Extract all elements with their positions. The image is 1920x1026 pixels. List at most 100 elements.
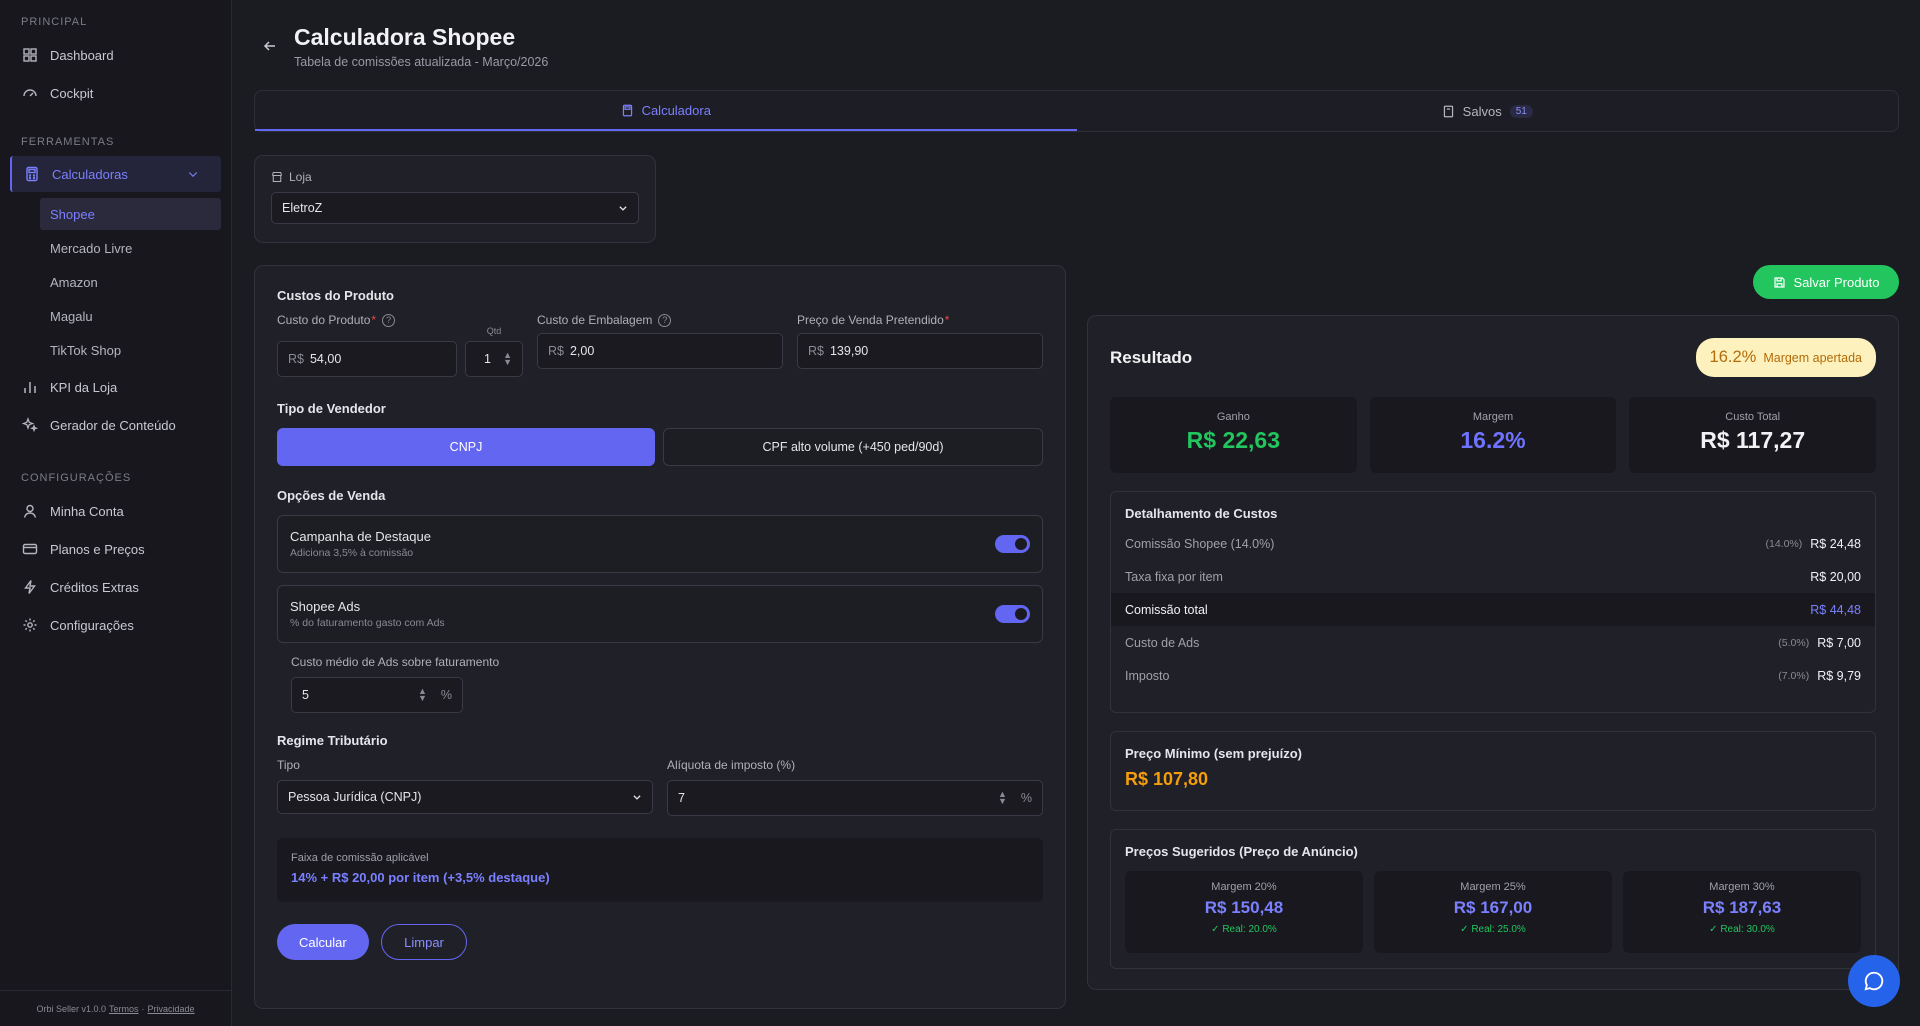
product-cost-label: Custo do Produto * ? bbox=[277, 313, 523, 327]
result-card: Resultado 16.2% Margem apertada Ganho R$… bbox=[1087, 315, 1899, 990]
result-stats: Ganho R$ 22,63 Margem 16.2% Custo Total … bbox=[1110, 397, 1877, 473]
stat-label: Margem bbox=[1472, 411, 1514, 423]
suggested-margin-label: Margem 25% bbox=[1460, 881, 1526, 893]
sidebar-sub-shopee[interactable]: Shopee bbox=[40, 198, 221, 230]
sidebar-footer: Orbi Seller v1.0.0 Termos · Privacidade bbox=[0, 990, 231, 1026]
form-card: Custos do Produto Custo do Produto * ? R$… bbox=[254, 265, 1066, 1009]
arrow-left-icon[interactable] bbox=[262, 38, 278, 54]
margin-status-badge: 16.2% Margem apertada bbox=[1695, 338, 1876, 377]
ads-subtitle: % do faturamento gasto com Ads bbox=[290, 617, 445, 629]
section-ferramentas-title: FERRAMENTAS bbox=[21, 136, 115, 148]
percent-suffix: % bbox=[1020, 791, 1032, 805]
sidebar-item-cockpit[interactable]: Cockpit bbox=[0, 74, 231, 112]
help-icon[interactable]: ? bbox=[658, 313, 672, 327]
sidebar-item-dashboard[interactable]: Dashboard bbox=[0, 36, 231, 74]
price-input[interactable]: R$ 139,90 bbox=[797, 333, 1043, 369]
store-label: Loja bbox=[271, 170, 639, 184]
sidebar: PRINCIPAL Dashboard Cockpit FERRAMENTAS … bbox=[0, 0, 232, 1026]
tab-calculadora[interactable]: Calculadora bbox=[255, 91, 1077, 131]
ads-cost-input[interactable]: 5 ▲ ▼ % bbox=[291, 677, 463, 713]
bar-chart-icon bbox=[24, 382, 36, 393]
sparkles-icon bbox=[22, 417, 38, 433]
section-config-title: CONFIGURAÇÕES bbox=[21, 472, 132, 484]
page-title: Calculadora Shopee bbox=[294, 24, 516, 50]
qty-label: Qtd bbox=[486, 326, 502, 336]
margin-badge-text: Margem apertada bbox=[1763, 350, 1862, 365]
terms-link[interactable]: Termos bbox=[109, 1004, 139, 1014]
suggested-price-card: Margem 30% R$ 187,63 ✓ Real: 30.0% bbox=[1623, 871, 1861, 953]
sidebar-item-gerador[interactable]: Gerador de Conteúdo bbox=[0, 406, 231, 444]
suggested-real-margin: ✓ Real: 25.0% bbox=[1460, 924, 1526, 935]
sale-heading: Opções de Venda bbox=[277, 488, 386, 503]
sidebar-sub-magalu[interactable]: Magalu bbox=[40, 300, 221, 332]
store-card: Loja EletroZ bbox=[254, 155, 656, 243]
sidebar-item-label: KPI da Loja bbox=[50, 379, 118, 395]
qty-value: 1 bbox=[484, 352, 491, 366]
margin-badge-pct: 16.2% bbox=[1709, 348, 1757, 366]
min-price-box: Preço Mínimo (sem prejuízo) R$ 107,80 bbox=[1110, 731, 1876, 811]
stepper-arrows-icon[interactable]: ▲ ▼ bbox=[503, 351, 512, 367]
ads-toggle[interactable] bbox=[995, 605, 1030, 623]
sidebar-item-label: Calculadoras bbox=[52, 166, 128, 182]
calculator-icon bbox=[26, 166, 38, 182]
commission-range-value: 14% + R$ 20,00 por item (+3,5% destaque) bbox=[291, 870, 550, 885]
help-icon[interactable]: ? bbox=[382, 313, 396, 327]
sidebar-sub-amazon[interactable]: Amazon bbox=[40, 266, 221, 298]
pack-cost-value: 2,00 bbox=[569, 344, 595, 358]
costs-heading: Custos do Produto bbox=[277, 288, 394, 303]
calculate-button[interactable]: Calcular bbox=[277, 924, 369, 960]
commission-range-box: Faixa de comissão aplicável 14% + R$ 20,… bbox=[277, 838, 1043, 902]
privacy-link[interactable]: Privacidade bbox=[148, 1004, 195, 1014]
store-label-text: Loja bbox=[289, 170, 312, 184]
clear-button[interactable]: Limpar bbox=[381, 924, 467, 960]
sidebar-item-label: Planos e Preços bbox=[50, 541, 145, 557]
product-cost-input[interactable]: R$ 54,00 bbox=[277, 341, 457, 377]
campaign-option: Campanha de Destaque Adiciona 3,5% à com… bbox=[277, 515, 1043, 573]
suggested-price-value: R$ 187,63 bbox=[1702, 898, 1782, 917]
seller-cnpj-button[interactable]: CNPJ bbox=[277, 428, 655, 466]
seller-cpf-button[interactable]: CPF alto volume (+450 ped/90d) bbox=[663, 428, 1043, 466]
sidebar-sub-tiktok-shop[interactable]: TikTok Shop bbox=[40, 334, 221, 366]
ads-option: Shopee Ads % do faturamento gasto com Ad… bbox=[277, 585, 1043, 643]
tax-heading: Regime Tributário bbox=[277, 733, 388, 748]
page-subtitle: Tabela de comissões atualizada - Março/2… bbox=[294, 55, 549, 69]
campaign-title: Campanha de Destaque bbox=[290, 529, 431, 544]
calculator-icon bbox=[622, 104, 632, 116]
sidebar-item-calculadoras[interactable]: Calculadoras bbox=[10, 156, 221, 192]
tab-salvos[interactable]: Salvos 51 bbox=[1077, 91, 1899, 131]
tax-rate-label: Alíquota de imposto (%) bbox=[667, 758, 796, 772]
row-value: R$ 24,48 bbox=[1810, 536, 1861, 551]
store-select[interactable]: EletroZ bbox=[271, 192, 639, 224]
save-product-button[interactable]: Salvar Produto bbox=[1753, 265, 1899, 299]
stat-ganho: Ganho R$ 22,63 bbox=[1110, 397, 1357, 473]
currency-prefix: R$ bbox=[808, 344, 824, 358]
sidebar-item-configuracoes[interactable]: Configurações bbox=[0, 606, 231, 644]
chat-button[interactable] bbox=[1848, 955, 1900, 1007]
seller-type-toggle: CNPJ CPF alto volume (+450 ped/90d) bbox=[277, 428, 1043, 466]
sidebar-item-kpi[interactable]: KPI da Loja bbox=[0, 368, 231, 406]
suggested-real-margin: ✓ Real: 20.0% bbox=[1211, 924, 1277, 935]
sidebar-item-label: Gerador de Conteúdo bbox=[50, 417, 176, 433]
product-cost-label-text: Custo do Produto bbox=[277, 313, 371, 327]
sidebar-item-label: Minha Conta bbox=[50, 503, 124, 519]
stepper-arrows-icon[interactable]: ▲ ▼ bbox=[418, 687, 427, 703]
suggested-prices-box: Preços Sugeridos (Preço de Anúncio) Marg… bbox=[1110, 829, 1876, 969]
suggested-prices-title: Preços Sugeridos (Preço de Anúncio) bbox=[1125, 844, 1358, 859]
campaign-toggle[interactable] bbox=[995, 535, 1030, 553]
sidebar-item-planos[interactable]: Planos e Preços bbox=[0, 530, 231, 568]
tax-type-select[interactable]: Pessoa Jurídica (CNPJ) bbox=[277, 780, 653, 814]
required-mark: * bbox=[944, 313, 950, 327]
stat-label: Ganho bbox=[1216, 411, 1250, 423]
row-pct: (14.0%) bbox=[1765, 537, 1803, 550]
ads-cost-value: 5 bbox=[302, 688, 309, 702]
pack-cost-input[interactable]: R$ 2,00 bbox=[537, 333, 783, 369]
section-principal-title: PRINCIPAL bbox=[21, 16, 88, 28]
sidebar-sub-mercado-livre[interactable]: Mercado Livre bbox=[40, 232, 221, 264]
tax-rate-input[interactable]: 7 ▲ ▼ % bbox=[667, 780, 1043, 816]
sidebar-item-minha-conta[interactable]: Minha Conta bbox=[0, 492, 231, 530]
percent-suffix: % bbox=[440, 688, 452, 702]
stepper-arrows-icon[interactable]: ▲ ▼ bbox=[998, 790, 1007, 806]
qty-stepper[interactable]: 1 ▲ ▼ bbox=[465, 341, 523, 377]
breakdown-row: Comissão Shopee (14.0%) (14.0%) R$ 24,48 bbox=[1111, 527, 1875, 560]
sidebar-item-creditos[interactable]: Créditos Extras bbox=[0, 568, 231, 606]
